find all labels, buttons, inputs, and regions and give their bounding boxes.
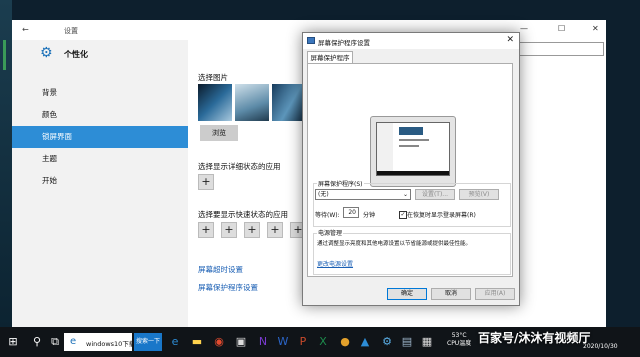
power-description: 通过调整显示亮度和其他电源设置以节省能源或提供最佳性能。 bbox=[317, 241, 472, 247]
picture-thumb-3[interactable] bbox=[272, 84, 306, 121]
chevron-down-icon: ⌄ bbox=[402, 191, 408, 198]
settings-app-icon[interactable]: ⚙ bbox=[380, 335, 394, 349]
add-quick-app-button[interactable]: + bbox=[244, 222, 260, 238]
close-icon[interactable]: ✕ bbox=[506, 35, 514, 45]
temp-label: CPU温度 bbox=[447, 340, 472, 347]
minimize-icon[interactable]: — bbox=[520, 24, 528, 33]
screen-saver-group-label: 屏幕保护程序(S) bbox=[317, 179, 364, 188]
settings-button[interactable]: 设置(T)... bbox=[415, 189, 455, 200]
ie-icon: e bbox=[70, 336, 77, 347]
watermark: 百家号/沐沐有视频厅 bbox=[478, 331, 591, 345]
windows-start-icon[interactable]: ⊞ bbox=[6, 335, 20, 349]
add-quick-app-button[interactable]: + bbox=[198, 222, 214, 238]
desktop-indicator bbox=[3, 40, 6, 70]
app-icon[interactable]: ▤ bbox=[400, 335, 414, 349]
preview-button[interactable]: 预览(V) bbox=[459, 189, 499, 200]
word-icon[interactable]: W bbox=[276, 335, 290, 349]
screen-saver-select[interactable]: (无) ⌄ bbox=[315, 189, 411, 200]
temp-value: 53°C bbox=[451, 332, 467, 339]
add-quick-app-button[interactable]: + bbox=[267, 222, 283, 238]
window-title: 设置 bbox=[64, 27, 78, 35]
desktop-background bbox=[0, 0, 12, 327]
resume-label: 在恢复时显示登录屏幕(R) bbox=[407, 212, 476, 219]
nav-item-background[interactable]: 背景 bbox=[12, 82, 188, 104]
app-icon[interactable]: ● bbox=[338, 335, 352, 349]
app-icon[interactable]: ▦ bbox=[420, 335, 434, 349]
cpu-temperature: 53°C CPU温度 bbox=[447, 332, 471, 348]
search-text: windows10下载 bbox=[86, 340, 136, 348]
monitor-preview bbox=[370, 116, 456, 187]
maximize-icon[interactable]: ☐ bbox=[558, 24, 565, 33]
add-detail-app-button[interactable]: + bbox=[198, 174, 214, 190]
store-icon[interactable]: ▣ bbox=[234, 335, 248, 349]
file-explorer-icon[interactable]: ▬ bbox=[190, 335, 204, 349]
gear-icon: ⚙ bbox=[40, 45, 53, 61]
search-submit-button[interactable]: 搜索一下 bbox=[134, 333, 162, 351]
wait-minutes-input[interactable]: 20 bbox=[343, 207, 359, 218]
onenote-icon[interactable]: N bbox=[256, 335, 270, 349]
detail-app-label: 选择显示详细状态的应用 bbox=[198, 162, 281, 171]
apply-button[interactable]: 应用(A) bbox=[475, 288, 515, 300]
screen-saver-link[interactable]: 屏幕保护程序设置 bbox=[198, 282, 258, 293]
nav-item-colors[interactable]: 颜色 bbox=[12, 104, 188, 126]
screen-saver-dialog: 屏幕保护程序设置 ✕ 屏幕保护程序 屏幕保护程序(S) (无) ⌄ 设置(T)..… bbox=[302, 32, 520, 306]
nav-item-start[interactable]: 开始 bbox=[12, 170, 188, 192]
resume-checkbox[interactable]: ✓ bbox=[399, 211, 407, 219]
change-power-settings-link[interactable]: 更改电源设置 bbox=[317, 259, 353, 268]
minutes-label: 分钟 bbox=[363, 212, 376, 219]
power-group-label: 电源管理 bbox=[317, 228, 344, 237]
excel-icon[interactable]: X bbox=[316, 335, 330, 349]
back-arrow-icon[interactable]: ← bbox=[22, 25, 29, 34]
quick-apps-label: 选择要显示快速状态的应用 bbox=[198, 210, 288, 219]
task-view-icon[interactable]: ⧉ bbox=[48, 335, 62, 349]
screen-timeout-link[interactable]: 屏幕超时设置 bbox=[198, 264, 243, 275]
preview-screen bbox=[376, 122, 450, 176]
powerpoint-icon[interactable]: P bbox=[296, 335, 310, 349]
app-icon[interactable]: ▲ bbox=[358, 335, 372, 349]
close-icon[interactable]: ✕ bbox=[592, 24, 599, 33]
picture-thumb-1[interactable] bbox=[198, 84, 232, 121]
page-title: 个性化 bbox=[64, 50, 88, 59]
dialog-title-bar: 屏幕保护程序设置 ✕ bbox=[303, 33, 519, 49]
add-quick-app-button[interactable]: + bbox=[221, 222, 237, 238]
search-icon[interactable]: ⚲ bbox=[30, 335, 44, 349]
chrome-icon[interactable]: ◉ bbox=[212, 335, 226, 349]
picture-thumb-2[interactable] bbox=[235, 84, 269, 121]
nav-item-themes[interactable]: 主题 bbox=[12, 148, 188, 170]
monitor-icon bbox=[307, 37, 315, 44]
ok-button[interactable]: 确定 bbox=[387, 288, 427, 300]
screen-saver-value: (无) bbox=[318, 191, 329, 198]
browse-button[interactable]: 浏览 bbox=[200, 125, 238, 141]
dialog-title: 屏幕保护程序设置 bbox=[318, 39, 370, 47]
nav-item-lock-screen[interactable]: 锁屏界面 bbox=[12, 126, 188, 148]
choose-picture-label: 选择图片 bbox=[198, 73, 228, 82]
browser-search-box[interactable]: e windows10下载 bbox=[64, 333, 136, 351]
edge-icon[interactable]: e bbox=[168, 335, 182, 349]
wait-label: 等待(W): bbox=[315, 212, 340, 219]
left-nav: ⚙ 个性化 背景 颜色 锁屏界面 主题 开始 bbox=[12, 40, 188, 327]
cancel-button[interactable]: 取消 bbox=[431, 288, 471, 300]
